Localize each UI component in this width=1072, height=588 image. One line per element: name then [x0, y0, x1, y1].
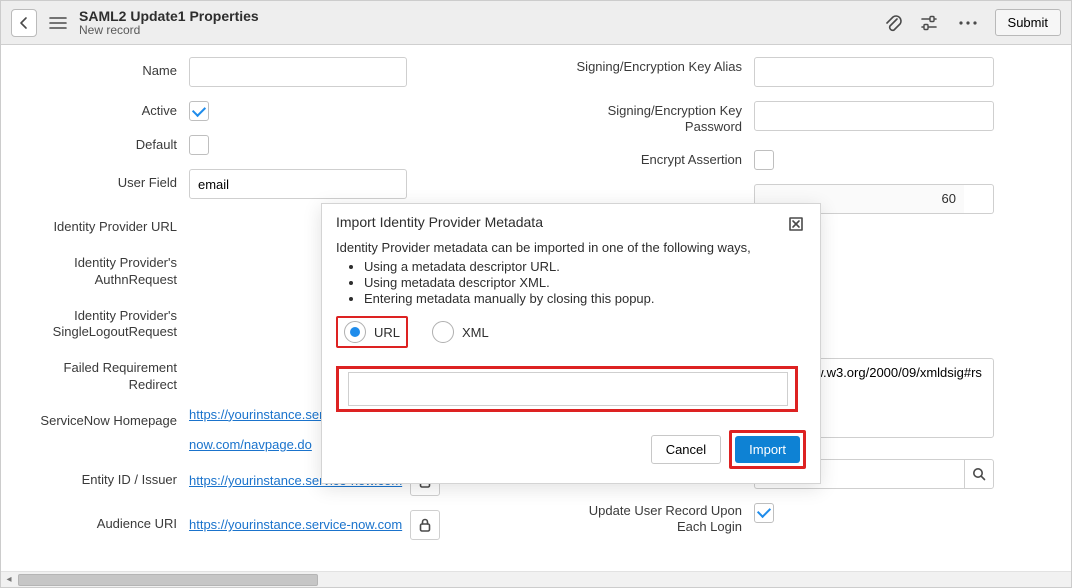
active-label: Active: [15, 101, 189, 119]
hamburger-icon: [48, 15, 68, 31]
radio-xml-label: XML: [462, 325, 489, 340]
signing-password-input[interactable]: [754, 101, 994, 131]
active-checkbox[interactable]: [189, 101, 209, 121]
radio-url[interactable]: URL: [336, 316, 408, 348]
page-title: SAML2 Update1 Properties: [79, 8, 259, 24]
scroll-left-icon: ◂: [1, 574, 17, 585]
import-button-highlight: Import: [729, 430, 806, 469]
menu-button[interactable]: [43, 9, 73, 37]
radio-icon: [432, 321, 454, 343]
list-item: Entering metadata manually by closing th…: [364, 291, 806, 306]
audience-uri-link[interactable]: https://yourinstance.service-now.com: [189, 517, 402, 532]
radio-xml[interactable]: XML: [426, 318, 495, 346]
import-button[interactable]: Import: [735, 436, 800, 463]
clock-skew-stepper[interactable]: [964, 184, 994, 214]
modal-description: Identity Provider metadata can be import…: [336, 240, 806, 255]
page-subtitle: New record: [79, 24, 259, 38]
url-input-highlight: [336, 366, 798, 412]
submit-button[interactable]: Submit: [995, 9, 1061, 36]
entity-id-label: Entity ID / Issuer: [15, 466, 189, 488]
idp-url-label: Identity Provider URL: [15, 213, 189, 235]
scrollbar-thumb[interactable]: [18, 574, 318, 586]
close-icon: [789, 217, 803, 231]
name-input[interactable]: [189, 57, 407, 87]
topbar: SAML2 Update1 Properties New record Subm…: [1, 1, 1071, 45]
update-user-label: Update User Record Upon Each Login: [566, 503, 754, 536]
policy-lookup-button[interactable]: [964, 459, 994, 489]
personalize-button[interactable]: [915, 9, 943, 37]
default-label: Default: [15, 135, 189, 153]
modal-title: Import Identity Provider Metadata: [336, 214, 786, 230]
authn-request-label: Identity Provider's AuthnRequest: [15, 249, 189, 288]
search-icon: [972, 467, 986, 481]
failed-redirect-label: Failed Requirement Redirect: [15, 354, 189, 393]
list-item: Using a metadata descriptor URL.: [364, 259, 806, 274]
metadata-url-input[interactable]: [348, 372, 788, 406]
signing-alias-label: Signing/Encryption Key Alias: [566, 57, 754, 75]
list-item: Using metadata descriptor XML.: [364, 275, 806, 290]
lock-icon: [419, 518, 431, 532]
modal-close-button[interactable]: [786, 214, 806, 234]
user-field-input[interactable]: [189, 169, 407, 199]
user-field-label: User Field: [15, 169, 189, 191]
encrypt-assertion-label: Encrypt Assertion: [566, 150, 754, 168]
import-metadata-modal: Import Identity Provider Metadata Identi…: [321, 203, 821, 484]
radio-url-label: URL: [374, 325, 400, 340]
horizontal-scrollbar[interactable]: ◂: [1, 571, 1071, 587]
attachment-button[interactable]: [879, 9, 907, 37]
audience-uri-lock-button[interactable]: [410, 510, 440, 540]
paperclip-icon: [883, 13, 903, 33]
back-button[interactable]: [11, 9, 37, 37]
homepage-link-2[interactable]: now.com/navpage.do: [189, 437, 312, 452]
chevron-left-icon: [18, 16, 30, 30]
modal-options-list: Using a metadata descriptor URL. Using m…: [364, 259, 806, 306]
radio-icon-selected: [344, 321, 366, 343]
encrypt-assertion-checkbox[interactable]: [754, 150, 774, 170]
homepage-label: ServiceNow Homepage: [15, 407, 189, 429]
settings-sliders-icon: [919, 13, 939, 33]
name-label: Name: [15, 57, 189, 79]
cancel-button[interactable]: Cancel: [651, 435, 721, 464]
more-icon: [957, 19, 979, 27]
audience-uri-label: Audience URI: [15, 510, 189, 532]
clock-skew-label: [566, 184, 754, 186]
signing-password-label: Signing/Encryption Key Password: [566, 101, 754, 136]
update-user-checkbox[interactable]: [754, 503, 774, 523]
default-checkbox[interactable]: [189, 135, 209, 155]
signing-alias-input[interactable]: [754, 57, 994, 87]
more-actions-button[interactable]: [951, 9, 985, 37]
slo-request-label: Identity Provider's SingleLogoutRequest: [15, 302, 189, 341]
title-block: SAML2 Update1 Properties New record: [79, 8, 259, 38]
